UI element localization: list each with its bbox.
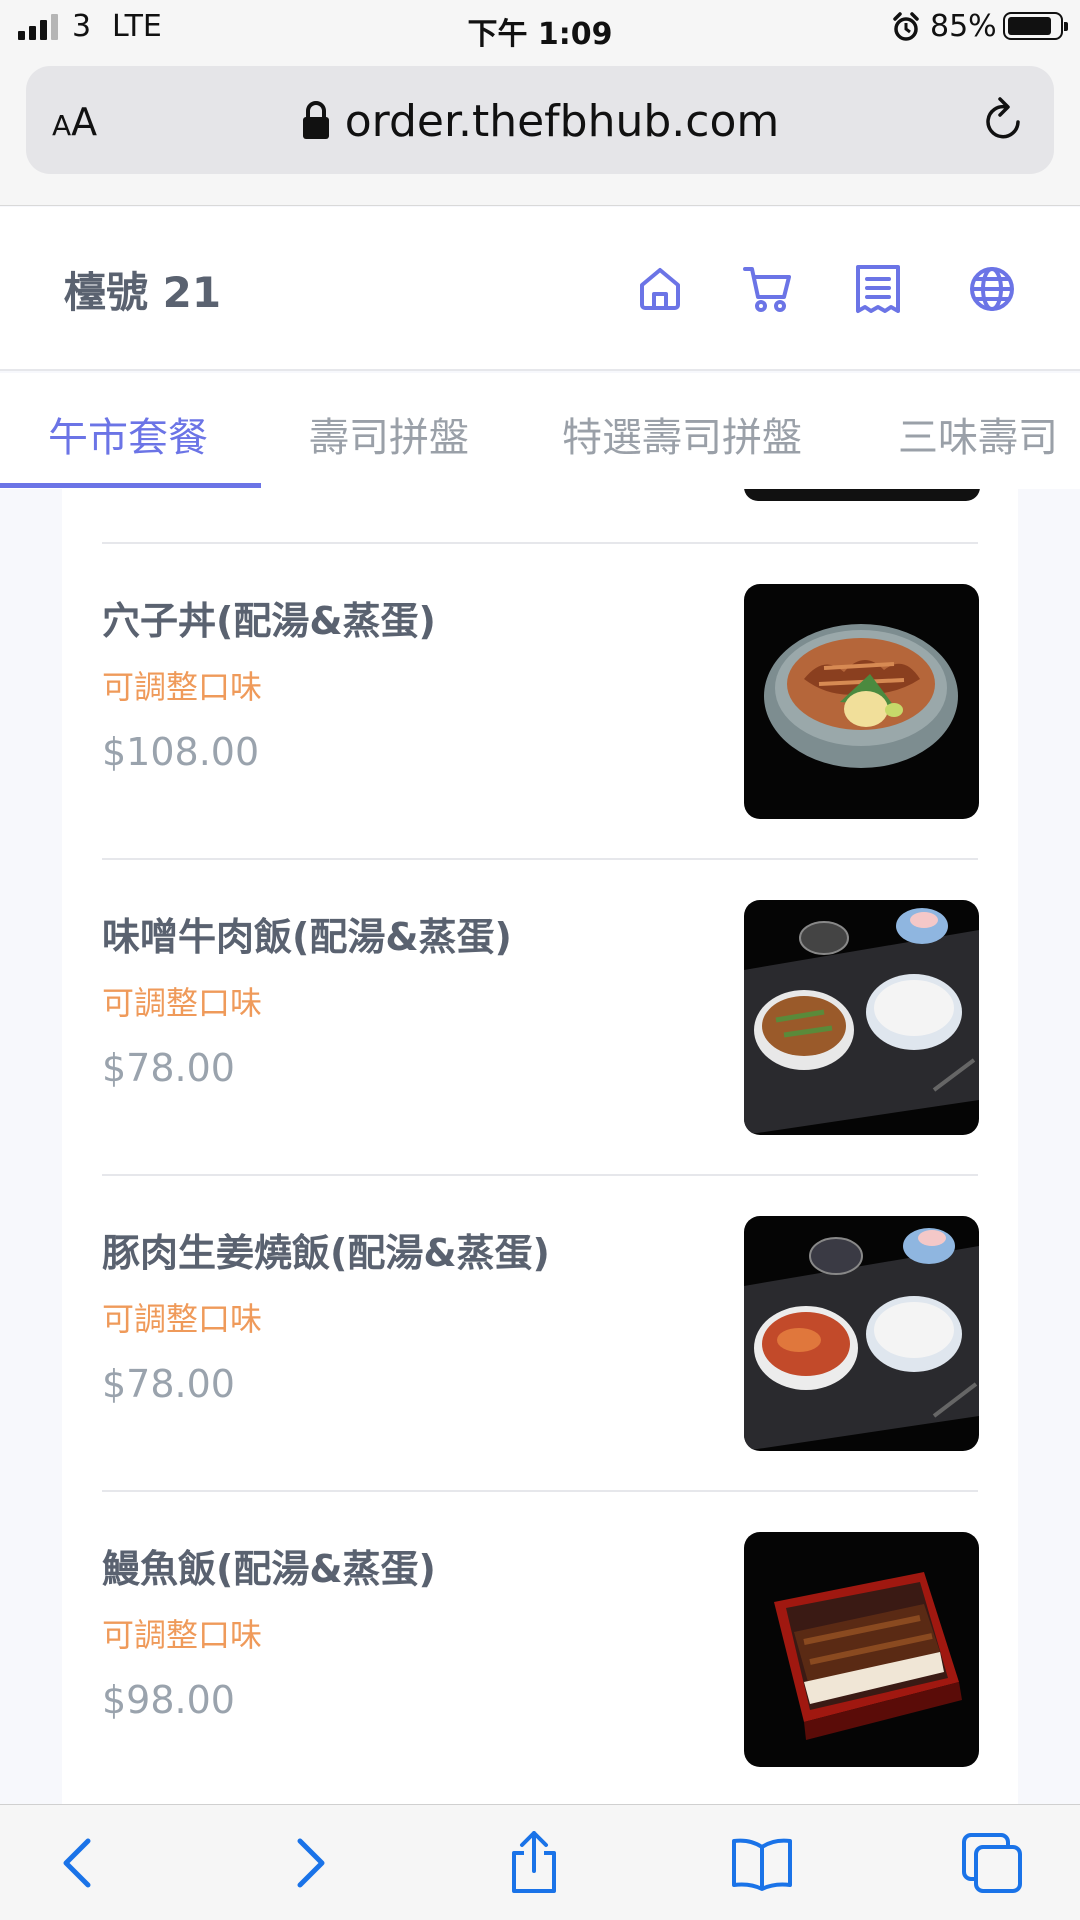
tab-special-sushi-platter[interactable]: 特選壽司拼盤 <box>562 405 802 463</box>
receipt-icon[interactable] <box>852 263 904 315</box>
share-icon[interactable] <box>502 1831 566 1895</box>
item-customizable-note: 可調整口味 <box>102 1300 263 1338</box>
battery-percent: 85% <box>930 9 997 44</box>
tab-lunch-set[interactable]: 午市套餐 <box>48 405 208 463</box>
browser-toolbar <box>0 1804 1080 1920</box>
item-price: $78.00 <box>102 1362 235 1406</box>
home-icon[interactable] <box>634 263 686 315</box>
item-price: $98.00 <box>102 1678 235 1722</box>
browser-address-bar: AA order.thefbhub.com <box>0 54 1080 206</box>
item-name: 穴子丼(配湯&蒸蛋) <box>102 599 436 643</box>
tab-three-flavor-sushi[interactable]: 三味壽司 <box>898 405 1058 463</box>
previous-item-image[interactable] <box>744 489 980 501</box>
status-bar: 3 LTE 下午 1:09 85% <box>0 0 1080 54</box>
cart-icon[interactable] <box>742 263 794 315</box>
menu-item[interactable]: 鰻魚飯(配湯&蒸蛋) 可調整口味 $98.00 <box>102 1490 979 1804</box>
table-number: 檯號 21 <box>64 268 222 317</box>
item-image-anago-don[interactable] <box>744 584 979 819</box>
url-field[interactable]: AA order.thefbhub.com <box>26 66 1054 174</box>
item-image-pork-ginger-rice[interactable] <box>744 1216 979 1451</box>
forward-icon[interactable] <box>276 1831 340 1895</box>
item-name: 豚肉生姜燒飯(配湯&蒸蛋) <box>102 1231 550 1275</box>
item-customizable-note: 可調整口味 <box>102 1616 263 1654</box>
active-tab-indicator <box>0 483 261 488</box>
item-price: $108.00 <box>102 730 260 774</box>
reload-icon[interactable] <box>982 96 1026 144</box>
category-tabs: 午市套餐 壽司拼盤 特選壽司拼盤 三味壽司 <box>0 373 1080 489</box>
url-text: order.thefbhub.com <box>344 96 780 147</box>
battery-icon <box>1003 12 1068 40</box>
menu-item[interactable]: 味噌牛肉飯(配湯&蒸蛋) 可調整口味 $78.00 <box>102 858 979 1174</box>
app-header: 檯號 21 <box>0 207 1080 371</box>
item-price: $78.00 <box>102 1046 235 1090</box>
menu-list: 穴子丼(配湯&蒸蛋) 可調整口味 $108.00 味噌牛肉飯(配湯&蒸蛋) 可調… <box>62 489 1018 1804</box>
back-icon[interactable] <box>48 1831 112 1895</box>
tab-sushi-platter[interactable]: 壽司拼盤 <box>309 405 469 463</box>
globe-icon[interactable] <box>966 263 1018 315</box>
item-customizable-note: 可調整口味 <box>102 668 263 706</box>
menu-item[interactable]: 穴子丼(配湯&蒸蛋) 可調整口味 $108.00 <box>102 542 979 858</box>
url-display[interactable]: order.thefbhub.com <box>26 96 1054 147</box>
bookmarks-icon[interactable] <box>730 1831 794 1895</box>
menu-item[interactable]: 豚肉生姜燒飯(配湯&蒸蛋) 可調整口味 $78.00 <box>102 1174 979 1490</box>
item-customizable-note: 可調整口味 <box>102 984 263 1022</box>
item-image-unagi-rice[interactable] <box>744 1532 979 1767</box>
lock-icon <box>302 101 329 139</box>
item-name: 鰻魚飯(配湯&蒸蛋) <box>102 1547 436 1591</box>
tabs-icon[interactable] <box>960 1831 1024 1895</box>
item-name: 味噌牛肉飯(配湯&蒸蛋) <box>102 915 512 959</box>
alarm-icon <box>893 12 919 41</box>
item-image-miso-beef-rice[interactable] <box>744 900 979 1135</box>
